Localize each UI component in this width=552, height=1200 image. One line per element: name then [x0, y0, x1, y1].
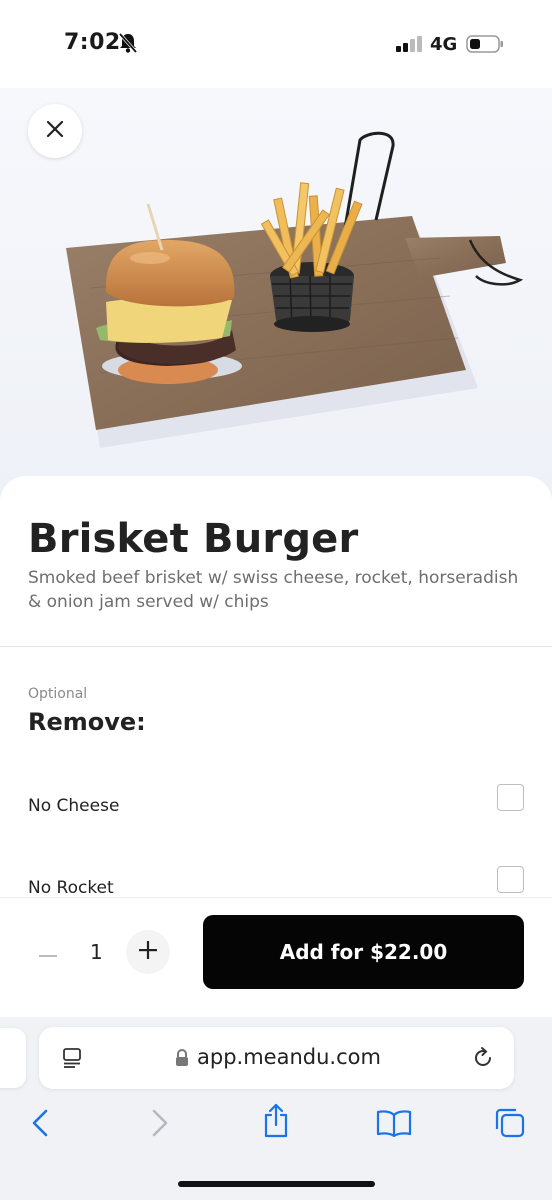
home-indicator [178, 1181, 375, 1187]
back-icon[interactable] [30, 1107, 50, 1143]
add-to-order-button[interactable]: Add for $22.00 [203, 915, 524, 989]
browser-chrome: app.meandu.com [0, 1017, 552, 1200]
url-text: app.meandu.com [197, 1045, 381, 1069]
status-bar: 7:02 4G [0, 0, 552, 88]
forward-icon[interactable] [150, 1107, 170, 1143]
decrease-quantity-button[interactable] [28, 932, 68, 972]
bell-slash-icon [118, 32, 138, 58]
option-label: No Rocket [28, 878, 114, 898]
tabs-icon[interactable] [494, 1107, 526, 1143]
minus-icon [39, 943, 57, 962]
network-type: 4G [430, 34, 458, 55]
share-icon[interactable] [261, 1103, 291, 1143]
optional-label: Optional [28, 686, 88, 702]
option-checkbox[interactable] [497, 784, 524, 811]
close-icon [46, 120, 64, 142]
status-time: 7:02 [64, 30, 121, 55]
divider [0, 646, 552, 647]
item-title: Brisket Burger [28, 516, 359, 562]
option-group-title: Remove: [28, 708, 146, 736]
previous-tab-edge[interactable] [0, 1028, 26, 1088]
option-no-cheese[interactable]: No Cheese [0, 778, 552, 838]
plus-icon [139, 941, 157, 963]
order-bar: 1 Add for $22.00 [0, 897, 552, 1018]
signal-icon [396, 36, 424, 56]
reload-icon[interactable] [471, 1046, 495, 1074]
bookmarks-icon[interactable] [376, 1109, 412, 1141]
address-bar[interactable]: app.meandu.com [39, 1027, 514, 1089]
close-button[interactable] [28, 104, 82, 158]
item-description: Smoked beef brisket w/ swiss cheese, roc… [28, 568, 519, 612]
battery-icon [466, 35, 504, 57]
option-label: No Cheese [28, 796, 120, 816]
quantity-value: 1 [90, 940, 103, 964]
increase-quantity-button[interactable] [126, 930, 170, 974]
option-checkbox[interactable] [497, 866, 524, 893]
hero-image [0, 88, 552, 498]
lock-icon [175, 1048, 189, 1071]
burger-photo-illustration [0, 88, 552, 498]
reader-mode-icon[interactable] [61, 1046, 85, 1074]
